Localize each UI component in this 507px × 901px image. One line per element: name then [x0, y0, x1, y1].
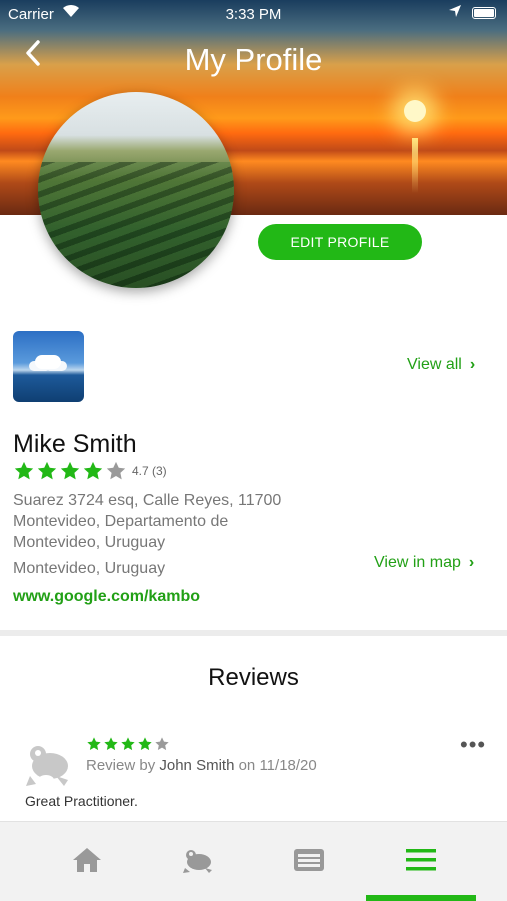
cloud-image [35, 355, 61, 369]
city: Montevideo, Uruguay [13, 560, 166, 577]
view-all-label: View all [407, 356, 462, 373]
rating-stars: 4.7 (3) [13, 460, 167, 482]
review-rating-stars [86, 736, 171, 752]
star-empty-icon [106, 461, 126, 480]
review-prefix: Review by [86, 757, 156, 774]
battery-icon [472, 7, 496, 19]
reviews-title: Reviews [208, 664, 299, 691]
gallery-thumbnail[interactable] [13, 331, 84, 402]
more-options-icon[interactable]: ••• [460, 732, 486, 758]
chevron-right-icon: › [468, 554, 475, 571]
section-divider [0, 630, 507, 636]
star-filled-icon [121, 737, 135, 751]
frog-icon [22, 740, 74, 788]
rating-text: 4.7 (3) [132, 464, 167, 478]
review-text: Great Practitioner. [25, 793, 138, 809]
review-date: 11/18/20 [259, 757, 317, 774]
star-filled-icon [14, 461, 34, 480]
address: Suarez 3724 esq, Calle Reyes, 11700 Mont… [13, 492, 282, 551]
star-filled-icon [87, 737, 101, 751]
list-icon [294, 849, 324, 871]
menu-icon [406, 849, 436, 871]
review-on: on [238, 757, 256, 774]
avatar-field-rows [38, 162, 234, 288]
view-all-link[interactable]: View all › [407, 356, 475, 374]
sun-image [404, 100, 426, 122]
website-link[interactable]: www.google.com/kambo [13, 588, 200, 606]
tab-menu[interactable] [366, 822, 476, 901]
star-filled-icon [60, 461, 80, 480]
star-filled-icon [138, 737, 152, 751]
star-filled-icon [37, 461, 57, 480]
location-icon [448, 4, 462, 22]
clock: 3:33 PM [225, 6, 282, 23]
review-meta: Review by John Smith on 11/18/20 [86, 757, 317, 774]
star-filled-icon [83, 461, 103, 480]
tab-practitioners[interactable] [143, 822, 253, 901]
avatar [38, 92, 234, 288]
sun-reflection [412, 138, 418, 193]
frog-icon [183, 850, 212, 873]
review-author[interactable]: John Smith [159, 757, 234, 774]
status-bar: Carrier 3:33 PM [0, 0, 507, 28]
home-icon [73, 848, 101, 872]
view-in-map-label: View in map [374, 554, 461, 571]
tab-bar [0, 821, 507, 901]
profile-name: Mike Smith [13, 430, 137, 458]
view-in-map-link[interactable]: View in map › [374, 554, 474, 572]
chevron-right-icon: › [469, 356, 476, 373]
tab-home[interactable] [32, 822, 142, 901]
star-empty-icon [155, 737, 169, 751]
page-title: My Profile [184, 42, 323, 77]
star-filled-icon [104, 737, 118, 751]
edit-profile-button[interactable]: EDIT PROFILE [258, 224, 422, 260]
tab-listings[interactable] [254, 822, 364, 901]
